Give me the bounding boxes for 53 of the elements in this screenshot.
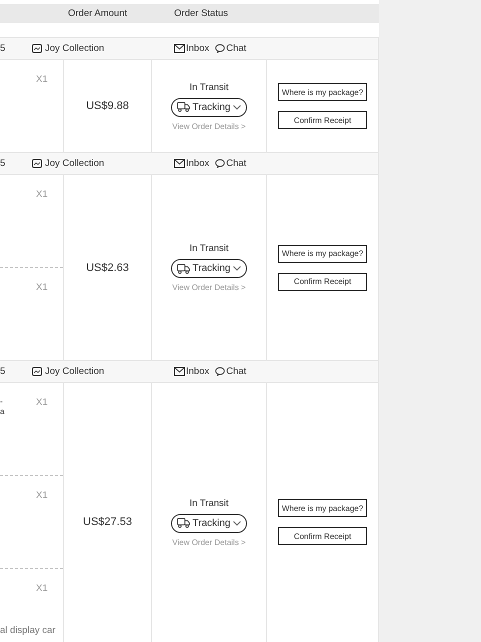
order-amount: US$2.63	[86, 262, 129, 274]
tracking-button[interactable]: Tracking	[170, 98, 248, 116]
tracking-button[interactable]: Tracking	[170, 514, 248, 532]
inbox-link[interactable]: Inbox	[186, 43, 210, 54]
chat-link[interactable]: Chat	[226, 158, 246, 169]
quantity: X1	[36, 397, 48, 408]
action-button[interactable]: Where is my package?	[278, 83, 367, 101]
column-header: Order Status	[174, 8, 228, 19]
chat-icon	[215, 44, 226, 53]
store-name[interactable]: Joy Collection	[45, 43, 104, 54]
order-amount: US$27.53	[83, 516, 132, 528]
action-button[interactable]: Confirm Receipt	[278, 527, 367, 545]
inbox-link[interactable]: Inbox	[186, 366, 210, 377]
store-name[interactable]: Joy Collection	[45, 158, 104, 169]
inbox-link[interactable]: Inbox	[186, 158, 210, 169]
truck-icon	[176, 264, 190, 274]
action-button[interactable]: Where is my package?	[278, 244, 367, 262]
order-status: In Transit	[189, 243, 229, 254]
product-name[interactable]: a	[0, 407, 4, 417]
order-number: 5	[0, 43, 6, 54]
quantity: X1	[36, 583, 48, 594]
mail-icon	[174, 367, 185, 376]
chat-link[interactable]: Chat	[226, 43, 246, 54]
store-icon	[32, 159, 42, 168]
order-number: 5	[0, 366, 6, 377]
action-button[interactable]: Confirm Receipt	[278, 111, 367, 129]
column-header: Order Amount	[68, 8, 128, 19]
order-number: 5	[0, 158, 6, 169]
store-icon	[32, 44, 42, 53]
quantity: X1	[36, 189, 48, 200]
action-button[interactable]: Where is my package?	[278, 499, 367, 517]
chevron-down-icon	[233, 266, 242, 271]
order-amount: US$9.88	[86, 100, 129, 112]
chat-icon	[215, 367, 226, 376]
chevron-down-icon	[233, 520, 242, 526]
chevron-down-icon	[233, 104, 242, 110]
quantity: X1	[36, 282, 48, 293]
tracking-button[interactable]: Tracking	[170, 259, 248, 278]
order-status: In Transit	[189, 82, 229, 92]
product-variant: al display car	[0, 625, 56, 636]
truck-icon	[176, 102, 190, 112]
order-status: In Transit	[189, 498, 229, 508]
mail-icon	[174, 44, 185, 53]
quantity: X1	[36, 490, 48, 501]
quantity: X1	[36, 74, 48, 85]
action-button[interactable]: Confirm Receipt	[278, 272, 367, 290]
store-name[interactable]: Joy Collection	[45, 366, 104, 377]
mail-icon	[174, 159, 185, 168]
truck-icon	[176, 518, 190, 528]
chat-icon	[215, 159, 226, 168]
product-name[interactable]: -	[0, 397, 4, 407]
store-icon	[32, 367, 42, 376]
chat-link[interactable]: Chat	[226, 366, 246, 377]
